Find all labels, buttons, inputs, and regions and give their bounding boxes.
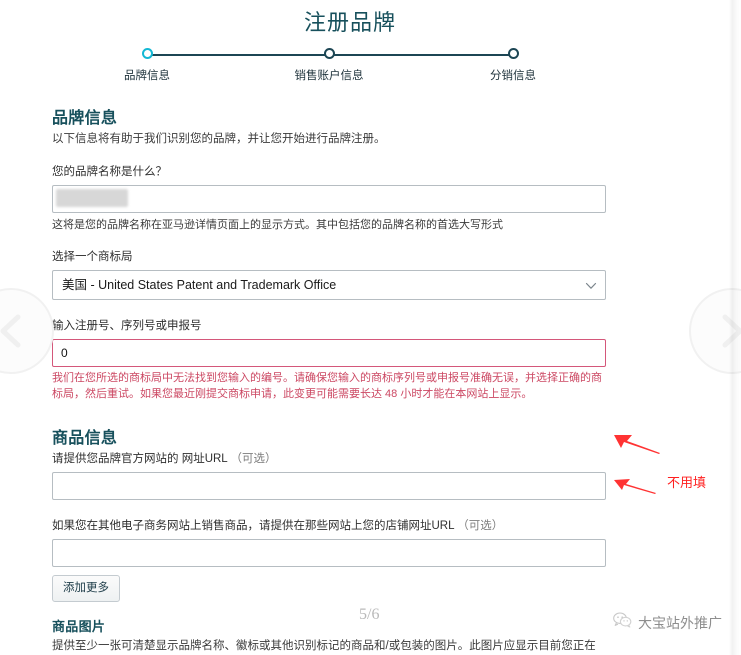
product-info-heading: 商品信息 [52,430,118,447]
stepper-label-brand-info: 品牌信息 [124,70,170,82]
annotation-arrow-official-site [613,431,661,460]
brand-name-redaction-overlay [56,189,128,207]
brand-name-input[interactable] [52,185,606,213]
add-more-button[interactable]: 添加更多 [52,575,120,602]
chevron-right-icon [715,312,741,350]
page-title: 注册品牌 [303,10,396,35]
brand-info-heading: 品牌信息 [52,110,118,127]
official-site-label-text: 请提供您品牌官方网站的 网址URL [52,453,228,465]
stepper-dot-idle-1 [324,48,335,59]
registration-number-input[interactable] [52,339,606,367]
registration-number-label: 输入注册号、序列号或申报号 [52,320,202,332]
brand-info-description: 以下信息将有助于我们识别您的品牌，并让您开始进行品牌注册。 [52,133,386,145]
brand-name-row [52,185,606,213]
stepper-label-selling-account: 销售账户信息 [294,70,364,82]
trademark-office-row: 美国 - United States Patent and Trademark … [52,270,606,300]
annotation-arrow-other-sites [613,476,657,501]
other-sites-optional-tag: （可选） [457,520,504,532]
wechat-icon [613,612,632,633]
official-site-optional-tag: （可选） [230,453,277,465]
wechat-watermark-label: 大宝站外推广 [638,614,722,631]
official-site-input[interactable] [52,472,606,500]
brand-name-label: 您的品牌名称是什么？ [52,166,167,178]
progress-stepper: 品牌信息 销售账户信息 分销信息 [124,48,536,84]
wechat-watermark: 大宝站外推广 [613,612,722,633]
stepper-dot-idle-2 [508,48,519,59]
stepper-dot-active [142,48,153,59]
stepper-label-distribution: 分销信息 [490,70,536,82]
page-canvas: 注册品牌 品牌信息 销售账户信息 分销信息 品牌信息 以下信息将有助于我们识别您… [0,0,741,655]
product-images-heading: 商品图片 [52,619,106,634]
other-sites-label-text: 如果您在其他电子商务网站上销售商品，请提供在那些网站上您的店铺网址URL [52,520,455,532]
pager-watermark: 5/6 [359,606,380,623]
trademark-office-label: 选择一个商标局 [52,251,133,263]
chevron-left-icon [0,312,28,350]
carousel-next-button[interactable] [689,288,741,374]
brand-name-help: 这将是您的品牌名称在亚马逊详情页面上的显示方式。其中包括您的品牌名称的首选大写形… [52,219,503,231]
registration-number-error-message: 我们在您所选的商标局中无法找到您输入的编号。请确保您输入的商标序列号或申报号准确… [52,372,602,400]
product-images-description: 提供至少一张可清楚显示品牌名称、徽标或其他识别标记的商品和/或包装的图片。此图片… [52,640,596,652]
other-sites-label: 如果您在其他电子商务网站上销售商品，请提供在那些网站上您的店铺网址URL （可选… [52,518,606,534]
other-sites-input[interactable] [52,539,606,567]
brand-registration-form: 品牌信息 以下信息将有助于我们识别您的品牌，并让您开始进行品牌注册。 您的品牌名… [52,104,606,655]
carousel-prev-button[interactable] [0,288,54,374]
official-site-label: 请提供您品牌官方网站的 网址URL （可选） [52,451,606,467]
trademark-office-select[interactable]: 美国 - United States Patent and Trademark … [52,270,606,300]
annotation-note-no-fill: 不用填 [667,475,707,490]
